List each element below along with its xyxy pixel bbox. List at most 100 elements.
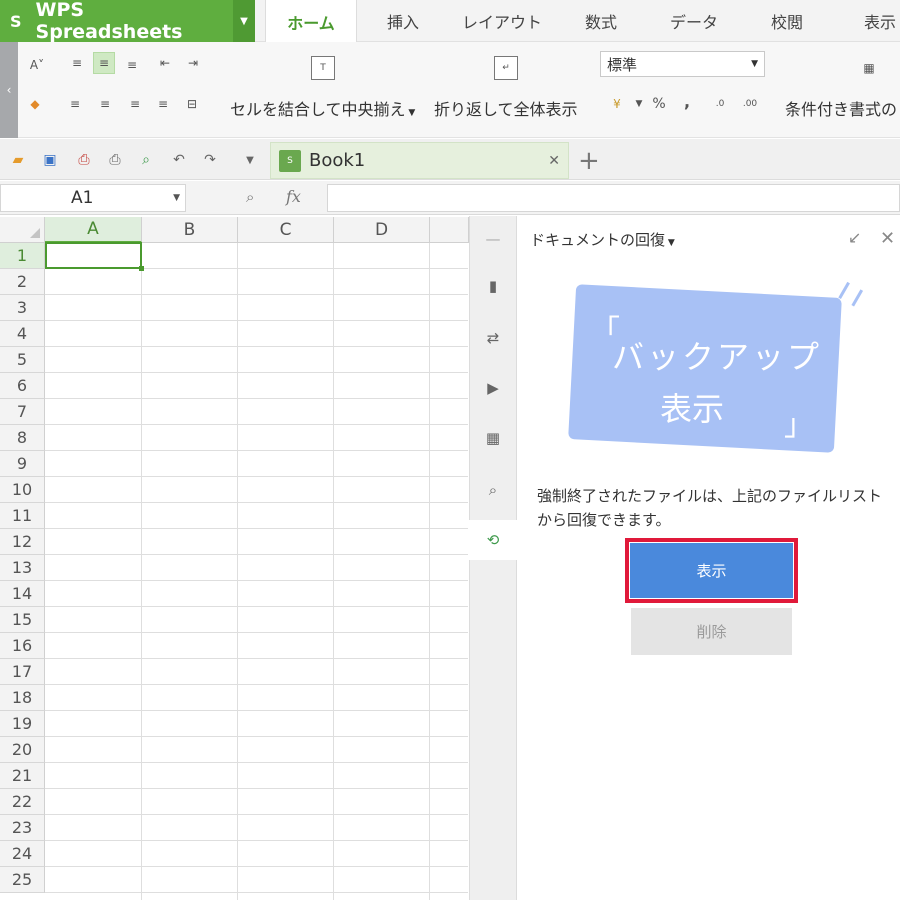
font-size-decrease-icon[interactable]: A˅ xyxy=(26,54,48,76)
grid-line xyxy=(141,243,142,900)
document-icon[interactable]: ▮ xyxy=(469,266,517,306)
row-header[interactable]: 15 xyxy=(0,607,45,633)
justify-icon[interactable]: ≡ xyxy=(152,93,174,115)
formula-input[interactable] xyxy=(327,184,900,212)
row-header[interactable]: 23 xyxy=(0,815,45,841)
grid-line xyxy=(45,736,468,737)
save-icon[interactable]: ▣ xyxy=(38,148,62,172)
new-tab-icon[interactable]: + xyxy=(578,146,600,176)
increase-decimal-icon[interactable]: .0 xyxy=(709,93,731,115)
backup-recovery-icon[interactable]: ⟲ xyxy=(469,520,517,560)
insert-function-icon[interactable]: fx xyxy=(286,187,301,206)
show-button[interactable]: 表示 xyxy=(625,538,798,603)
comma-button[interactable]: , xyxy=(676,90,698,112)
column-header-b[interactable]: B xyxy=(142,217,238,243)
merge-center-icon[interactable]: T xyxy=(311,56,335,80)
row-header[interactable]: 18 xyxy=(0,685,45,711)
grid-line xyxy=(45,632,468,633)
active-cell-a1[interactable] xyxy=(45,242,144,271)
tab-formulas[interactable]: 数式 xyxy=(566,0,636,42)
row-header[interactable]: 12 xyxy=(0,529,45,555)
merge-center-button[interactable]: セルを結合して中央揃え ▼ xyxy=(230,96,415,120)
tab-layout[interactable]: レイアウト xyxy=(450,0,554,42)
workbook-tab[interactable]: S Book1 ✕ xyxy=(270,142,569,179)
align-left-icon[interactable]: ≡ xyxy=(64,93,86,115)
media-icon[interactable]: ▶ xyxy=(469,368,517,408)
close-panel-icon[interactable]: ✕ xyxy=(880,228,895,249)
undo-icon[interactable]: ↶ xyxy=(167,148,191,172)
column-header-a[interactable]: A xyxy=(45,217,142,243)
row-header[interactable]: 10 xyxy=(0,477,45,503)
conditional-format-button[interactable]: 条件付き書式の xyxy=(785,96,897,120)
row-header[interactable]: 19 xyxy=(0,711,45,737)
row-header[interactable]: 24 xyxy=(0,841,45,867)
customize-dropdown-icon[interactable]: ▼ xyxy=(238,148,262,172)
row-header[interactable]: 1 xyxy=(0,243,45,269)
select-all-corner[interactable] xyxy=(0,217,45,243)
row-header[interactable]: 4 xyxy=(0,321,45,347)
app-name: WPS Spreadsheets xyxy=(35,0,183,43)
column-header-e[interactable] xyxy=(430,217,469,243)
row-header[interactable]: 2 xyxy=(0,269,45,295)
row-header[interactable]: 17 xyxy=(0,659,45,685)
recovery-panel-title[interactable]: ドキュメントの回復 ▼ xyxy=(530,229,675,250)
row-header[interactable]: 22 xyxy=(0,789,45,815)
align-center-icon[interactable]: ≡ xyxy=(94,93,116,115)
tab-home[interactable]: ホーム xyxy=(265,0,357,43)
print-preview-icon[interactable]: ⌕ xyxy=(134,148,158,172)
row-header[interactable]: 9 xyxy=(0,451,45,477)
decrease-decimal-icon[interactable]: .00 xyxy=(739,93,761,115)
row-header[interactable]: 20 xyxy=(0,737,45,763)
tab-view[interactable]: 表示 xyxy=(850,0,900,42)
row-header[interactable]: 11 xyxy=(0,503,45,529)
tab-review[interactable]: 校閲 xyxy=(752,0,822,42)
column-header-c[interactable]: C xyxy=(238,217,334,243)
align-middle-icon[interactable]: ≡ xyxy=(93,52,115,74)
wrap-text-icon[interactable]: ↵ xyxy=(494,56,518,80)
row-header[interactable]: 5 xyxy=(0,347,45,373)
wrap-text-button[interactable]: 折り返して全体表示 xyxy=(434,96,578,120)
tab-data[interactable]: データ xyxy=(656,0,732,42)
print-icon[interactable]: ⎙ xyxy=(103,148,127,172)
qr-code-icon[interactable]: ▦ xyxy=(469,418,517,458)
align-right-icon[interactable]: ≡ xyxy=(124,93,146,115)
delete-button[interactable]: 削除 xyxy=(631,608,792,655)
row-header[interactable]: 21 xyxy=(0,763,45,789)
zoom-search-icon[interactable]: ⌕ xyxy=(246,188,254,206)
align-bottom-icon[interactable]: ≡ xyxy=(121,54,143,76)
open-folder-icon[interactable]: ▰ xyxy=(6,148,30,172)
align-top-icon[interactable]: ≡ xyxy=(66,52,88,74)
fill-color-icon[interactable]: ◆ xyxy=(24,93,46,115)
row-header[interactable]: 16 xyxy=(0,633,45,659)
transfer-icon[interactable]: ⇄ xyxy=(469,318,517,358)
row-header[interactable]: 6 xyxy=(0,373,45,399)
currency-dropdown-icon[interactable]: ▼ xyxy=(628,93,650,115)
ribbon-scroll-left-icon[interactable]: ‹ xyxy=(0,42,18,138)
decrease-indent-icon[interactable]: ⇤ xyxy=(154,52,176,74)
app-menu-button[interactable]: S WPS Spreadsheets xyxy=(0,0,233,43)
number-format-select[interactable]: 標準 ▼ xyxy=(600,51,765,77)
spreadsheet-file-icon: S xyxy=(279,149,301,172)
row-header[interactable]: 3 xyxy=(0,295,45,321)
minimize-panel-icon[interactable]: ↙ xyxy=(848,228,861,247)
app-dropdown-icon[interactable]: ▼ xyxy=(233,0,255,42)
tab-insert[interactable]: 挿入 xyxy=(368,0,438,42)
close-tab-icon[interactable]: ✕ xyxy=(548,153,560,169)
redo-icon[interactable]: ↷ xyxy=(198,148,222,172)
increase-indent-icon[interactable]: ⇥ xyxy=(182,52,204,74)
row-header[interactable]: 8 xyxy=(0,425,45,451)
conditional-format-icon[interactable]: ▦ xyxy=(857,56,881,80)
pane-collapse-icon[interactable]: — xyxy=(469,219,517,259)
name-box[interactable]: A1 ▼ xyxy=(0,184,186,212)
bracket-close-icon: 」 xyxy=(784,408,814,443)
column-header-d[interactable]: D xyxy=(334,217,430,243)
row-header[interactable]: 14 xyxy=(0,581,45,607)
percent-button[interactable]: % xyxy=(648,93,670,115)
export-pdf-icon[interactable]: ⎙ xyxy=(72,148,96,172)
distributed-icon[interactable]: ⊟ xyxy=(181,93,203,115)
document-search-icon[interactable]: ⌕ xyxy=(469,470,517,510)
row-header[interactable]: 7 xyxy=(0,399,45,425)
row-header[interactable]: 25 xyxy=(0,867,45,893)
currency-icon[interactable]: ¥ xyxy=(606,93,628,115)
row-header[interactable]: 13 xyxy=(0,555,45,581)
